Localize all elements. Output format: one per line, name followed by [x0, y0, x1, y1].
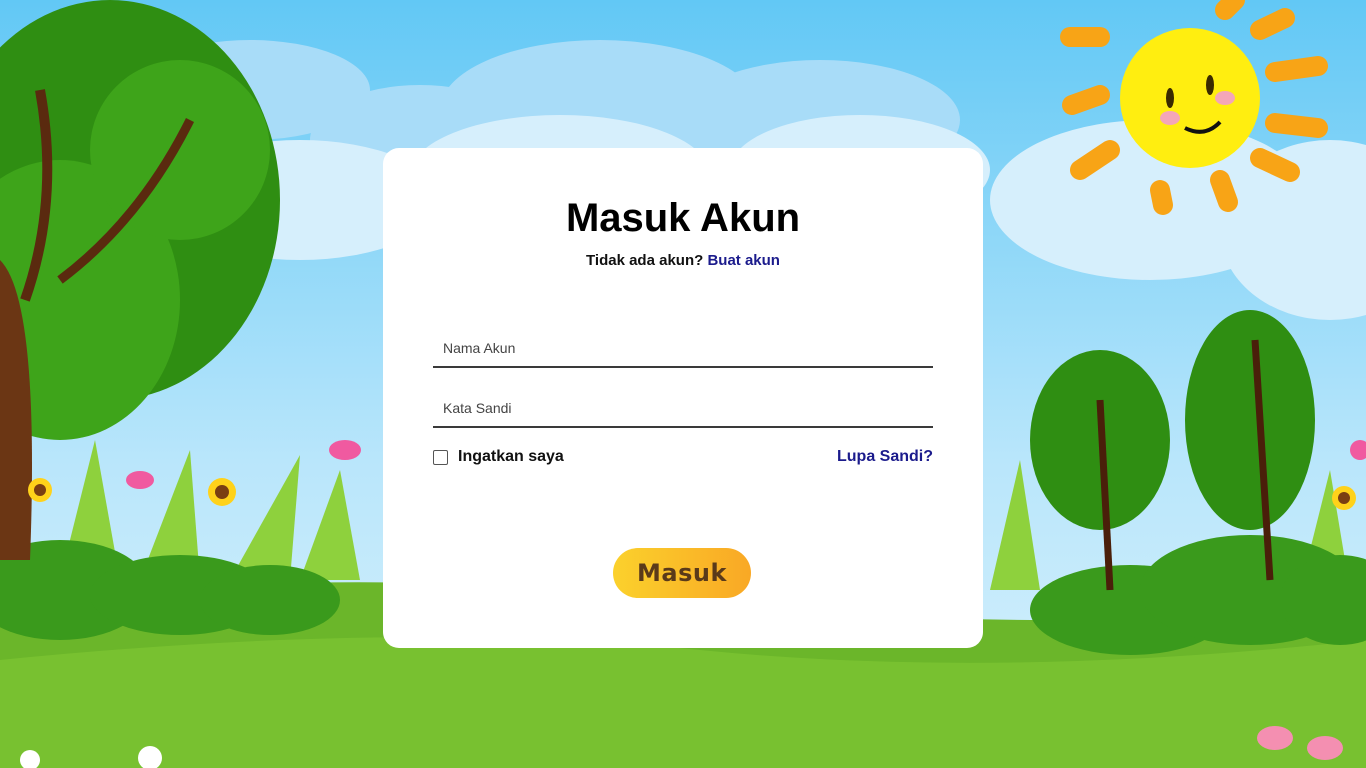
- remember-me[interactable]: Ingatkan saya: [433, 448, 564, 466]
- username-input[interactable]: [433, 330, 933, 368]
- signup-prompt-text: Tidak ada akun?: [586, 252, 704, 269]
- remember-checkbox[interactable]: [433, 449, 448, 465]
- remember-label: Ingatkan saya: [458, 448, 564, 465]
- login-card: Masuk Akun Tidak ada akun? Buat akun Ing…: [383, 148, 983, 648]
- signup-prompt: Tidak ada akun? Buat akun: [383, 252, 983, 269]
- forgot-password-link[interactable]: Lupa Sandi?: [837, 448, 933, 466]
- page-title: Masuk Akun: [565, 196, 801, 240]
- signup-link[interactable]: Buat akun: [707, 252, 780, 269]
- login-button[interactable]: Masuk: [613, 548, 751, 598]
- password-input[interactable]: [433, 390, 933, 428]
